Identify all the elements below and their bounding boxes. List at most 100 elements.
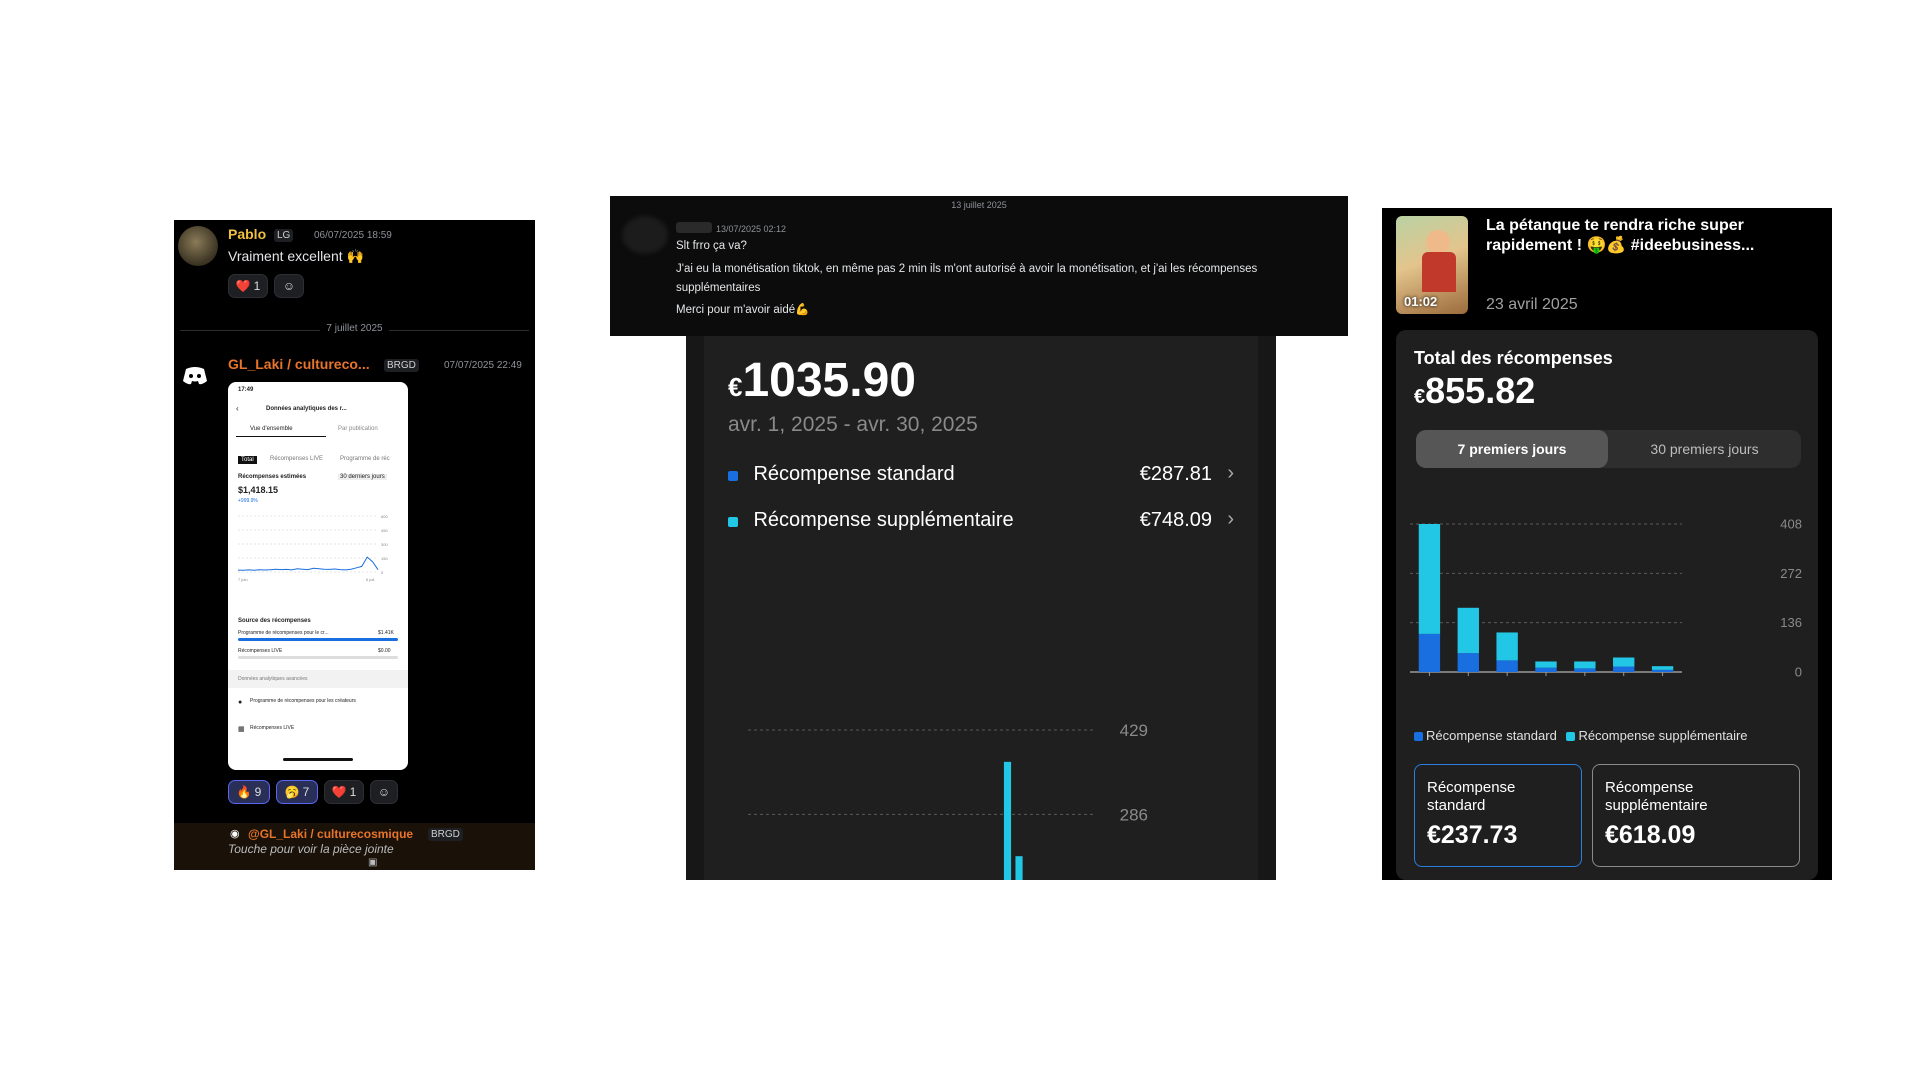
x-tick-label: 6 juil. — [366, 577, 375, 582]
reaction-emoji: ❤️ — [235, 279, 251, 293]
source-value: $1.41K — [378, 630, 394, 636]
discord-icon: ◉ — [230, 828, 240, 840]
username-pablo[interactable]: Pablo — [228, 226, 266, 242]
daily-bar-chart: 0 136 272 408 23 24 25 26 27 28 29 — [1410, 517, 1802, 680]
username-gl-laki[interactable]: GL_Laki / cultureco... — [228, 356, 370, 372]
x-tick-label: 26 — [1539, 679, 1553, 680]
box-label: Récompense standard — [1427, 779, 1516, 814]
source-bar — [238, 638, 398, 641]
y-tick-label: 286 — [1120, 805, 1148, 824]
box-label: Récompense supplémentaire — [1605, 779, 1708, 814]
link-program: Programme de récompenses pour les créate… — [250, 698, 356, 704]
source-title: Source des récompenses — [238, 618, 311, 624]
chip-live: Récompenses LIVE — [270, 456, 324, 462]
supplementary-reward-box[interactable]: Récompense supplémentaire €618.09 — [1592, 764, 1800, 867]
image-attachment[interactable]: 17:49 ‹ Données analytiques des r... Vue… — [228, 382, 408, 770]
currency-symbol: € — [1414, 386, 1426, 408]
tab-7-days[interactable]: 7 premiers jours — [1416, 430, 1608, 468]
period-toggle: 7 premiers jours 30 premiers jours — [1416, 430, 1801, 468]
x-tick-label: 27 — [1578, 679, 1592, 680]
rewards-card: € 1035.90 avr. 1, 2025 - avr. 30, 2025 R… — [704, 335, 1258, 880]
message-line: Slt frro ça va? — [676, 240, 747, 252]
discord-panel: Pablo LG 06/07/2025 18:59 Vraiment excel… — [174, 220, 535, 870]
chip-total: Total — [238, 456, 257, 464]
bar-segment — [1496, 632, 1518, 661]
date-divider-label: 13 juillet 2025 — [951, 200, 1007, 210]
estimated-label: Récompenses estimées — [238, 474, 307, 480]
add-reaction-button[interactable]: ☺ — [274, 274, 304, 298]
video-title[interactable]: La pétanque te rendra riche super rapide… — [1486, 216, 1806, 256]
reaction-emoji: 🔥 — [236, 785, 252, 799]
total-label: Total des récompenses — [1414, 348, 1613, 368]
image-icon: ▣ — [368, 857, 378, 868]
tab-overview: Vue d'ensemble — [250, 426, 293, 432]
bar-segment — [1574, 668, 1596, 672]
thumbnail-face — [1426, 230, 1450, 254]
username-redacted — [676, 222, 712, 233]
standard-reward-box[interactable]: Récompense standard €237.73 — [1414, 764, 1582, 867]
legend-row-supplementary[interactable]: Récompense supplémentaire €748.09 › — [728, 508, 1234, 539]
reaction-heart[interactable]: ❤️ 1 — [324, 780, 364, 804]
estimated-total: $1,418.15 — [238, 485, 279, 495]
reaction-count: 9 — [254, 785, 262, 799]
smiley-icon: ☺ — [377, 785, 391, 799]
reaction-count: 7 — [302, 785, 310, 799]
bar-segment — [1651, 666, 1674, 670]
reaction-fire[interactable]: 🔥 9 — [228, 780, 270, 804]
mini-trend-chart: 600 450 300 150 0 7 juin 6 juil. — [238, 514, 388, 582]
legend-label: Récompense standard — [753, 463, 955, 485]
legend-value: €287.81 — [1139, 463, 1212, 485]
x-tick-label: 23 — [1422, 679, 1436, 680]
x-tick-label: 25 — [1500, 679, 1514, 680]
reaction-count: 1 — [349, 785, 357, 799]
user-tag: BRGD — [428, 828, 463, 841]
smiley-icon: ☺ — [282, 279, 296, 293]
thumbnail-body — [1422, 252, 1456, 292]
y-tick-label: 136 — [1780, 615, 1802, 630]
supplementary-swatch — [728, 517, 738, 527]
avatar[interactable] — [622, 216, 668, 254]
message-timestamp: 13/07/2025 02:12 — [716, 224, 787, 234]
y-tick-label: 0 — [381, 570, 384, 575]
date-range: avr. 1, 2025 - avr. 30, 2025 — [728, 413, 978, 436]
total-amount: € 1035.90 — [728, 353, 916, 408]
add-reaction-button[interactable]: ☺ — [370, 780, 398, 804]
bar-segment — [1015, 856, 1023, 880]
source-value: $0.00 — [378, 648, 391, 654]
rewards-card: Total des récompenses € 855.82 7 premier… — [1396, 330, 1818, 880]
tab-indicator — [236, 436, 326, 437]
reply-preview[interactable]: ◉ @GL_Laki / culturecosmique BRGD Touche… — [174, 823, 535, 870]
message-timestamp: 07/07/2025 22:49 — [444, 360, 522, 371]
x-tick-label: 24 — [1461, 679, 1475, 680]
range-select: 30 derniers jours — [338, 474, 387, 480]
reaction-heart[interactable]: ❤️ 1 — [228, 274, 268, 298]
reply-mention[interactable]: @GL_Laki / culturecosmique — [248, 827, 413, 841]
user-tag: BRGD — [384, 359, 419, 372]
date-divider-label: 7 juillet 2025 — [174, 323, 535, 334]
y-tick-label: 150 — [381, 556, 388, 561]
video-thumbnail[interactable]: 01:02 — [1396, 216, 1468, 314]
chart-legend: Récompense standard Récompense supplémen… — [1414, 728, 1748, 743]
status-time: 17:49 — [238, 387, 254, 393]
delta-text: +999.9% — [238, 498, 258, 504]
reaction-yawn[interactable]: 🥱 7 — [276, 780, 318, 804]
x-tick-label: 29 — [1655, 679, 1669, 680]
chevron-right-icon: › — [1227, 508, 1234, 530]
message-text: Vraiment excellent 🙌 — [228, 248, 364, 264]
supplementary-swatch — [1566, 732, 1576, 741]
bar-segment — [1613, 657, 1635, 667]
live-icon: ▦ — [238, 726, 245, 733]
legend-label: Récompense supplémentaire — [753, 509, 1014, 531]
bar-segment — [1003, 761, 1012, 880]
tab-30-days[interactable]: 30 premiers jours — [1608, 430, 1801, 468]
reaction-emoji: ❤️ — [331, 785, 347, 799]
bar-segment — [1457, 653, 1479, 672]
legend-row-standard[interactable]: Récompense standard €287.81 › — [728, 462, 1234, 493]
avatar[interactable] — [178, 226, 218, 266]
legend-label: Récompense supplémentaire — [1578, 728, 1748, 743]
bar-segment — [1457, 607, 1479, 654]
source-bar — [238, 656, 398, 659]
screen-title: Données analytiques des r... — [266, 406, 347, 412]
standard-swatch — [728, 471, 738, 481]
message-line: Merci pour m'avoir aidé💪 — [676, 304, 810, 316]
